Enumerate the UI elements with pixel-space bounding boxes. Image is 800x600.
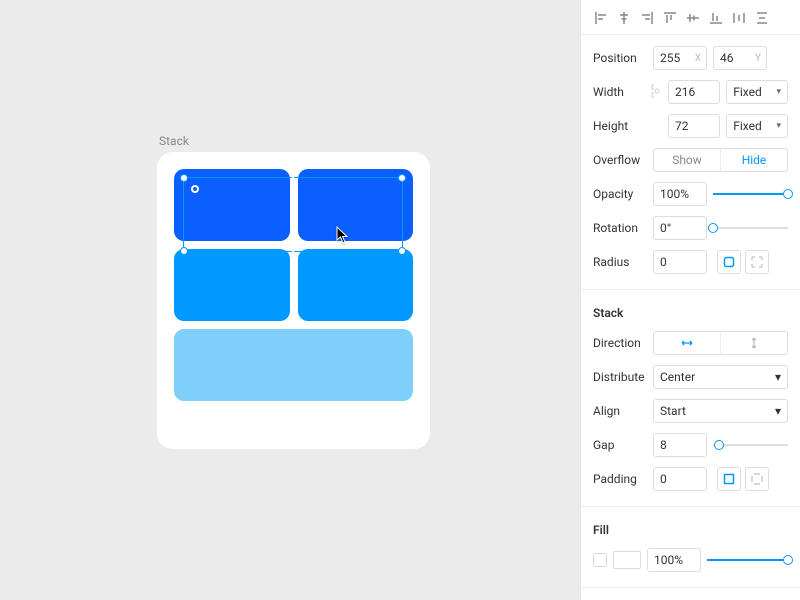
opacity-label: Opacity [593,187,647,201]
layer-tile[interactable] [174,169,290,241]
fill-enabled-checkbox[interactable] [593,553,607,567]
stack-row-3 [174,329,413,401]
direction-horizontal-icon[interactable] [654,332,720,354]
height-mode-select[interactable]: Fixed▾ [726,114,788,138]
border-section: Border + [581,588,800,600]
opacity-slider[interactable] [713,182,788,206]
layout-section: Position 255X 46Y Width 216 Fixed▾ Heigh… [581,35,800,290]
align-center-h-icon[interactable] [616,10,632,26]
stack-row-2 [174,249,413,321]
align-label: Align [593,404,647,418]
fill-color-swatch[interactable] [613,551,641,569]
stack-section: Stack Direction Distribute Center▾ Align… [581,290,800,507]
height-label: Height [593,119,645,133]
mouse-cursor [336,226,352,246]
rotation-label: Rotation [593,221,647,235]
direction-vertical-icon[interactable] [720,332,787,354]
stack-row-1 [174,169,413,241]
alignment-toolbar [581,0,800,35]
gap-slider[interactable] [713,433,788,457]
direction-toggle[interactable] [653,331,788,355]
align-select[interactable]: Start▾ [653,399,788,423]
align-top-icon[interactable] [662,10,678,26]
padding-uniform-icon[interactable] [717,467,741,491]
width-mode-select[interactable]: Fixed▾ [726,80,788,104]
frame-stack[interactable] [157,152,430,449]
align-left-icon[interactable] [593,10,609,26]
radius-uniform-icon[interactable] [717,250,741,274]
position-x-input[interactable]: 255X [653,46,707,70]
rotation-input[interactable]: 0° [653,216,707,240]
distribute-select[interactable]: Center▾ [653,365,788,389]
height-input[interactable]: 72 [668,114,720,138]
fill-section: Fill 100% [581,507,800,588]
align-right-icon[interactable] [639,10,655,26]
overflow-show[interactable]: Show [654,149,720,171]
fill-title: Fill [593,513,788,543]
padding-input[interactable]: 0 [653,467,707,491]
gap-label: Gap [593,438,647,452]
gap-input[interactable]: 8 [653,433,707,457]
direction-label: Direction [593,336,647,350]
distribute-h-icon[interactable] [731,10,747,26]
width-label: Width [593,85,645,99]
opacity-input[interactable]: 100% [653,182,707,206]
layer-tile[interactable] [298,249,414,321]
align-bottom-icon[interactable] [708,10,724,26]
distribute-v-icon[interactable] [754,10,770,26]
layer-tile[interactable] [174,249,290,321]
padding-per-side-icon[interactable] [745,467,769,491]
overflow-hide[interactable]: Hide [720,149,787,171]
distribute-label: Distribute [593,370,647,384]
position-y-input[interactable]: 46Y [713,46,767,70]
lock-icon[interactable] [651,83,662,102]
width-input[interactable]: 216 [668,80,720,104]
layer-tile[interactable] [298,169,414,241]
fill-opacity-input[interactable]: 100% [647,548,701,572]
frame-label: Stack [159,134,189,148]
padding-label: Padding [593,472,647,486]
overflow-label: Overflow [593,153,647,167]
layer-tile[interactable] [174,329,413,401]
radius-input[interactable]: 0 [653,250,707,274]
radius-per-corner-icon[interactable] [745,250,769,274]
inspector-panel: Position 255X 46Y Width 216 Fixed▾ Heigh… [580,0,800,600]
overflow-toggle[interactable]: Show Hide [653,148,788,172]
rotation-slider[interactable] [713,216,788,240]
stack-title: Stack [593,296,788,326]
radius-label: Radius [593,255,647,269]
fill-opacity-slider[interactable] [707,548,788,572]
design-canvas[interactable]: Stack [0,0,580,600]
align-center-v-icon[interactable] [685,10,701,26]
position-label: Position [593,51,647,65]
